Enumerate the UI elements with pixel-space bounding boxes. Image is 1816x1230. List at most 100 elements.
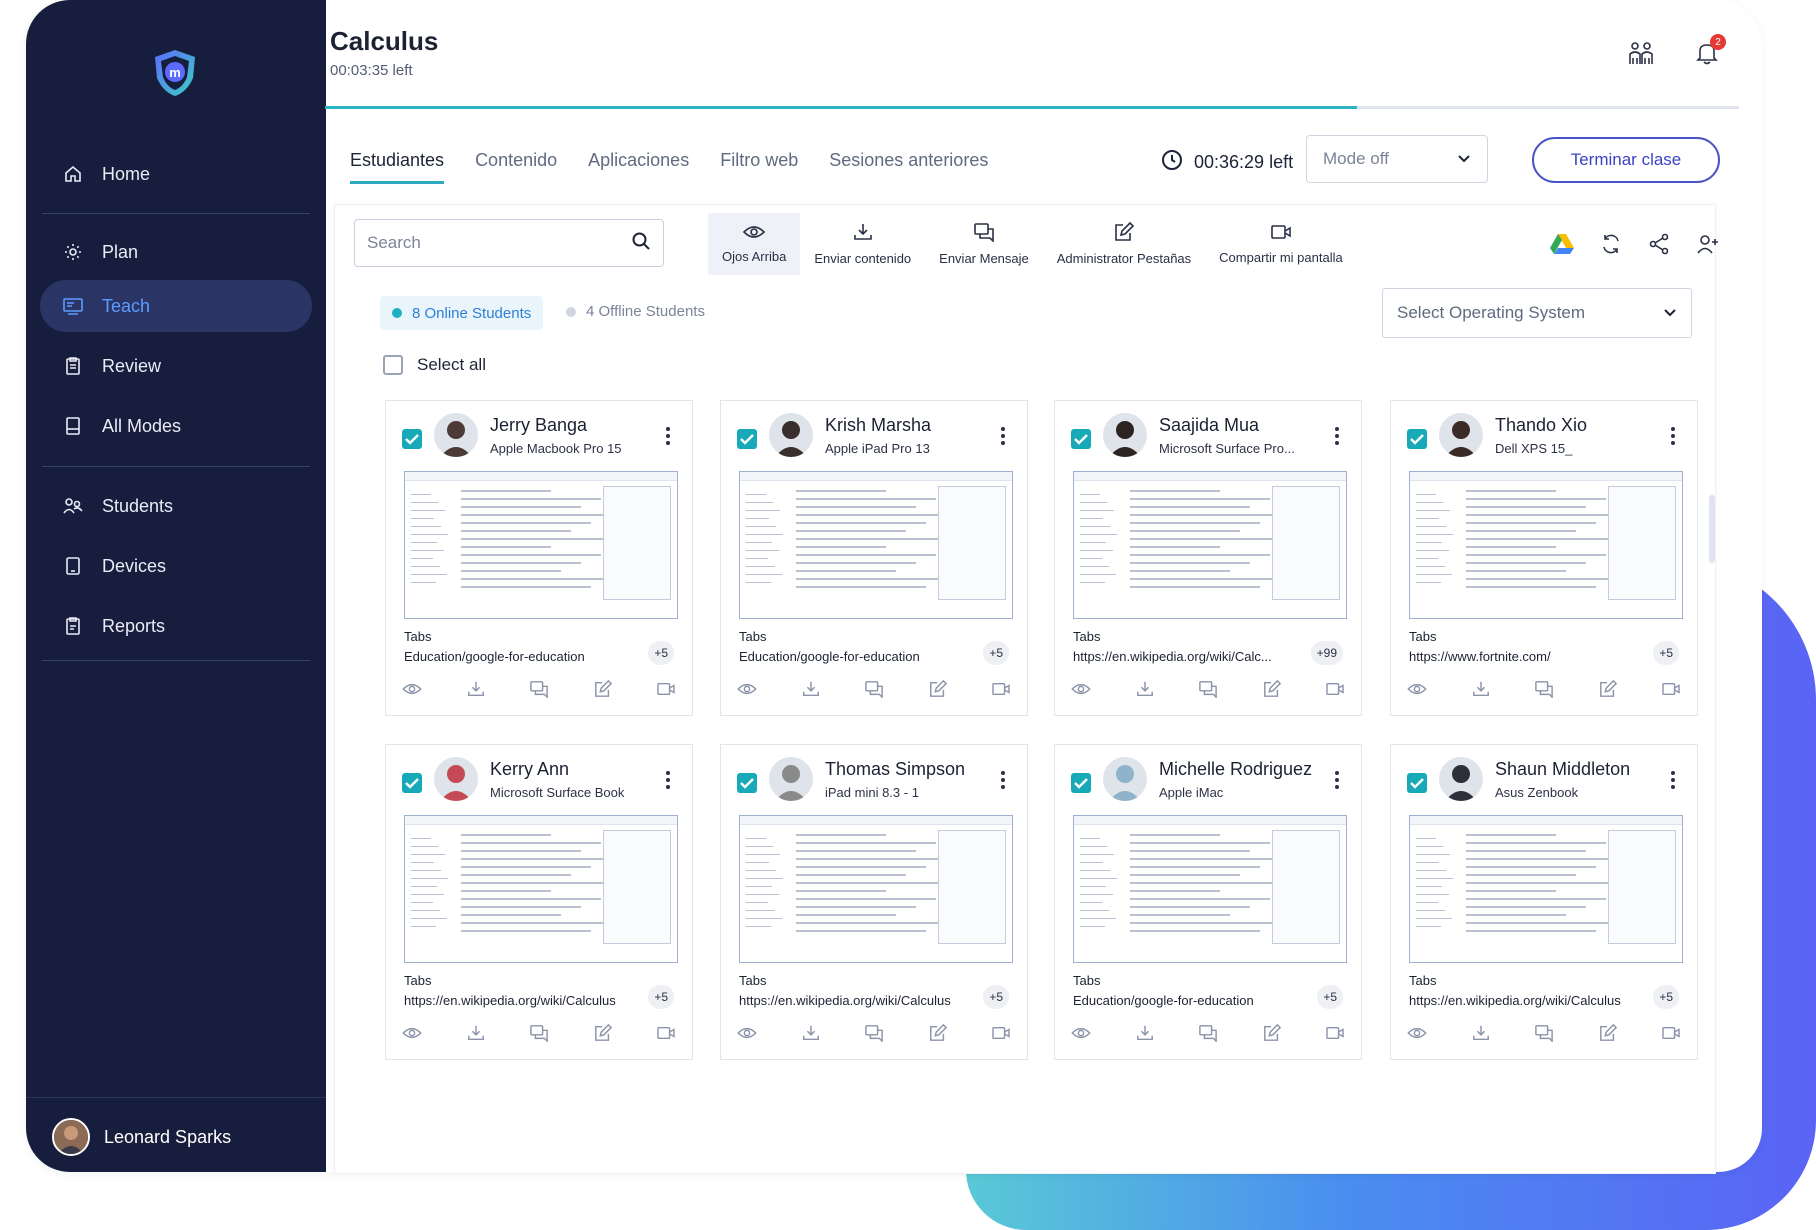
message-icon[interactable] xyxy=(1196,679,1220,699)
share-icon[interactable] xyxy=(1648,233,1670,260)
student-checkbox[interactable] xyxy=(737,773,757,793)
eye-icon[interactable] xyxy=(1405,1023,1429,1043)
refresh-icon[interactable] xyxy=(1600,233,1622,260)
screen-thumbnail[interactable] xyxy=(1409,471,1683,619)
extra-tabs-count[interactable]: +5 xyxy=(983,985,1009,1009)
video-icon[interactable] xyxy=(989,1023,1013,1043)
message-icon[interactable] xyxy=(1196,1023,1220,1043)
more-options-icon[interactable] xyxy=(1671,427,1675,448)
manage-tabs-button[interactable]: Administrator Pestañas xyxy=(1043,213,1205,275)
student-checkbox[interactable] xyxy=(1071,429,1091,449)
sidebar-item-students[interactable]: Students xyxy=(40,480,312,532)
download-icon[interactable] xyxy=(1133,679,1157,699)
screen-thumbnail[interactable] xyxy=(1409,815,1683,963)
student-card[interactable]: Shaun Middleton Asus Zenbook Tabs https:… xyxy=(1390,744,1698,1060)
student-checkbox[interactable] xyxy=(737,429,757,449)
extra-tabs-count[interactable]: +5 xyxy=(648,641,674,665)
download-icon[interactable] xyxy=(464,1023,488,1043)
offline-students-filter[interactable]: 4 Offline Students xyxy=(566,303,705,320)
download-icon[interactable] xyxy=(464,679,488,699)
extra-tabs-count[interactable]: +5 xyxy=(1653,641,1679,665)
current-user[interactable]: Leonard Sparks xyxy=(52,1118,231,1156)
student-card[interactable]: Thando Xio Dell XPS 15_ Tabs https://www… xyxy=(1390,400,1698,716)
extra-tabs-count[interactable]: +99 xyxy=(1310,641,1343,665)
extra-tabs-count[interactable]: +5 xyxy=(1317,985,1343,1009)
video-icon[interactable] xyxy=(654,1023,678,1043)
download-icon[interactable] xyxy=(799,679,823,699)
active-tab-url[interactable]: https://www.fortnite.com/ xyxy=(1409,649,1551,664)
message-icon[interactable] xyxy=(1532,679,1556,699)
checkbox[interactable] xyxy=(383,355,403,375)
select-all-checkbox[interactable]: Select all xyxy=(383,355,486,375)
student-card[interactable]: Michelle Rodriguez Apple iMac Tabs Educa… xyxy=(1054,744,1362,1060)
student-checkbox[interactable] xyxy=(1071,773,1091,793)
more-options-icon[interactable] xyxy=(1671,771,1675,792)
group-icon[interactable] xyxy=(1626,40,1656,71)
eye-icon[interactable] xyxy=(1069,679,1093,699)
eye-icon[interactable] xyxy=(1069,1023,1093,1043)
sidebar-item-plan[interactable]: Plan xyxy=(40,226,312,278)
screen-thumbnail[interactable] xyxy=(1073,815,1347,963)
message-icon[interactable] xyxy=(527,679,551,699)
sidebar-item-review[interactable]: Review xyxy=(40,340,312,392)
tab-aplicaciones[interactable]: Aplicaciones xyxy=(588,150,689,184)
tab-filtro-web[interactable]: Filtro web xyxy=(720,150,798,184)
send-message-button[interactable]: Enviar Mensaje xyxy=(925,213,1043,275)
edit-icon[interactable] xyxy=(1596,679,1620,699)
message-icon[interactable] xyxy=(862,679,886,699)
more-options-icon[interactable] xyxy=(1001,427,1005,448)
message-icon[interactable] xyxy=(862,1023,886,1043)
eye-icon[interactable] xyxy=(400,679,424,699)
eye-icon[interactable] xyxy=(400,1023,424,1043)
video-icon[interactable] xyxy=(1659,679,1683,699)
extra-tabs-count[interactable]: +5 xyxy=(983,641,1009,665)
extra-tabs-count[interactable]: +5 xyxy=(648,985,674,1009)
notification-bell-icon[interactable]: 2 xyxy=(1694,34,1726,71)
more-options-icon[interactable] xyxy=(1001,771,1005,792)
send-content-button[interactable]: Enviar contenido xyxy=(800,213,925,275)
more-options-icon[interactable] xyxy=(1335,427,1339,448)
search-input[interactable]: Search xyxy=(354,219,664,267)
more-options-icon[interactable] xyxy=(666,771,670,792)
edit-icon[interactable] xyxy=(1260,1023,1284,1043)
screen-thumbnail[interactable] xyxy=(1073,471,1347,619)
eye-icon[interactable] xyxy=(1405,679,1429,699)
add-user-icon[interactable] xyxy=(1696,233,1720,260)
active-tab-url[interactable]: https://en.wikipedia.org/wiki/Calculus xyxy=(404,993,616,1008)
screen-thumbnail[interactable] xyxy=(739,471,1013,619)
student-card[interactable]: Thomas Simpson iPad mini 8.3 - 1 Tabs ht… xyxy=(720,744,1028,1060)
sidebar-item-reports[interactable]: Reports xyxy=(40,600,312,652)
edit-icon[interactable] xyxy=(926,1023,950,1043)
video-icon[interactable] xyxy=(1323,1023,1347,1043)
mode-select[interactable]: Mode off xyxy=(1306,135,1488,183)
online-students-filter[interactable]: 8 Online Students xyxy=(380,296,544,330)
eye-icon[interactable] xyxy=(735,1023,759,1043)
download-icon[interactable] xyxy=(1133,1023,1157,1043)
screen-thumbnail[interactable] xyxy=(739,815,1013,963)
student-card[interactable]: Jerry Banga Apple Macbook Pro 15 Tabs Ed… xyxy=(385,400,693,716)
video-icon[interactable] xyxy=(989,679,1013,699)
message-icon[interactable] xyxy=(527,1023,551,1043)
edit-icon[interactable] xyxy=(926,679,950,699)
eyes-up-button[interactable]: Ojos Arriba xyxy=(708,213,801,275)
tab-contenido[interactable]: Contenido xyxy=(475,150,557,184)
more-options-icon[interactable] xyxy=(666,427,670,448)
sidebar-item-teach[interactable]: Teach xyxy=(40,280,312,332)
student-checkbox[interactable] xyxy=(402,773,422,793)
tab-estudiantes[interactable]: Estudiantes xyxy=(350,150,445,184)
extra-tabs-count[interactable]: +5 xyxy=(1653,985,1679,1009)
download-icon[interactable] xyxy=(799,1023,823,1043)
active-tab-url[interactable]: Education/google-for-education xyxy=(404,649,585,664)
active-tab-url[interactable]: Education/google-for-education xyxy=(1073,993,1254,1008)
edit-icon[interactable] xyxy=(591,679,615,699)
video-icon[interactable] xyxy=(1659,1023,1683,1043)
student-checkbox[interactable] xyxy=(1407,429,1427,449)
student-checkbox[interactable] xyxy=(402,429,422,449)
sidebar-item-devices[interactable]: Devices xyxy=(40,540,312,592)
active-tab-url[interactable]: Education/google-for-education xyxy=(739,649,920,664)
eye-icon[interactable] xyxy=(735,679,759,699)
active-tab-url[interactable]: https://en.wikipedia.org/wiki/Calculus xyxy=(1409,993,1621,1008)
edit-icon[interactable] xyxy=(1260,679,1284,699)
video-icon[interactable] xyxy=(654,679,678,699)
scrollbar[interactable] xyxy=(1709,495,1715,563)
